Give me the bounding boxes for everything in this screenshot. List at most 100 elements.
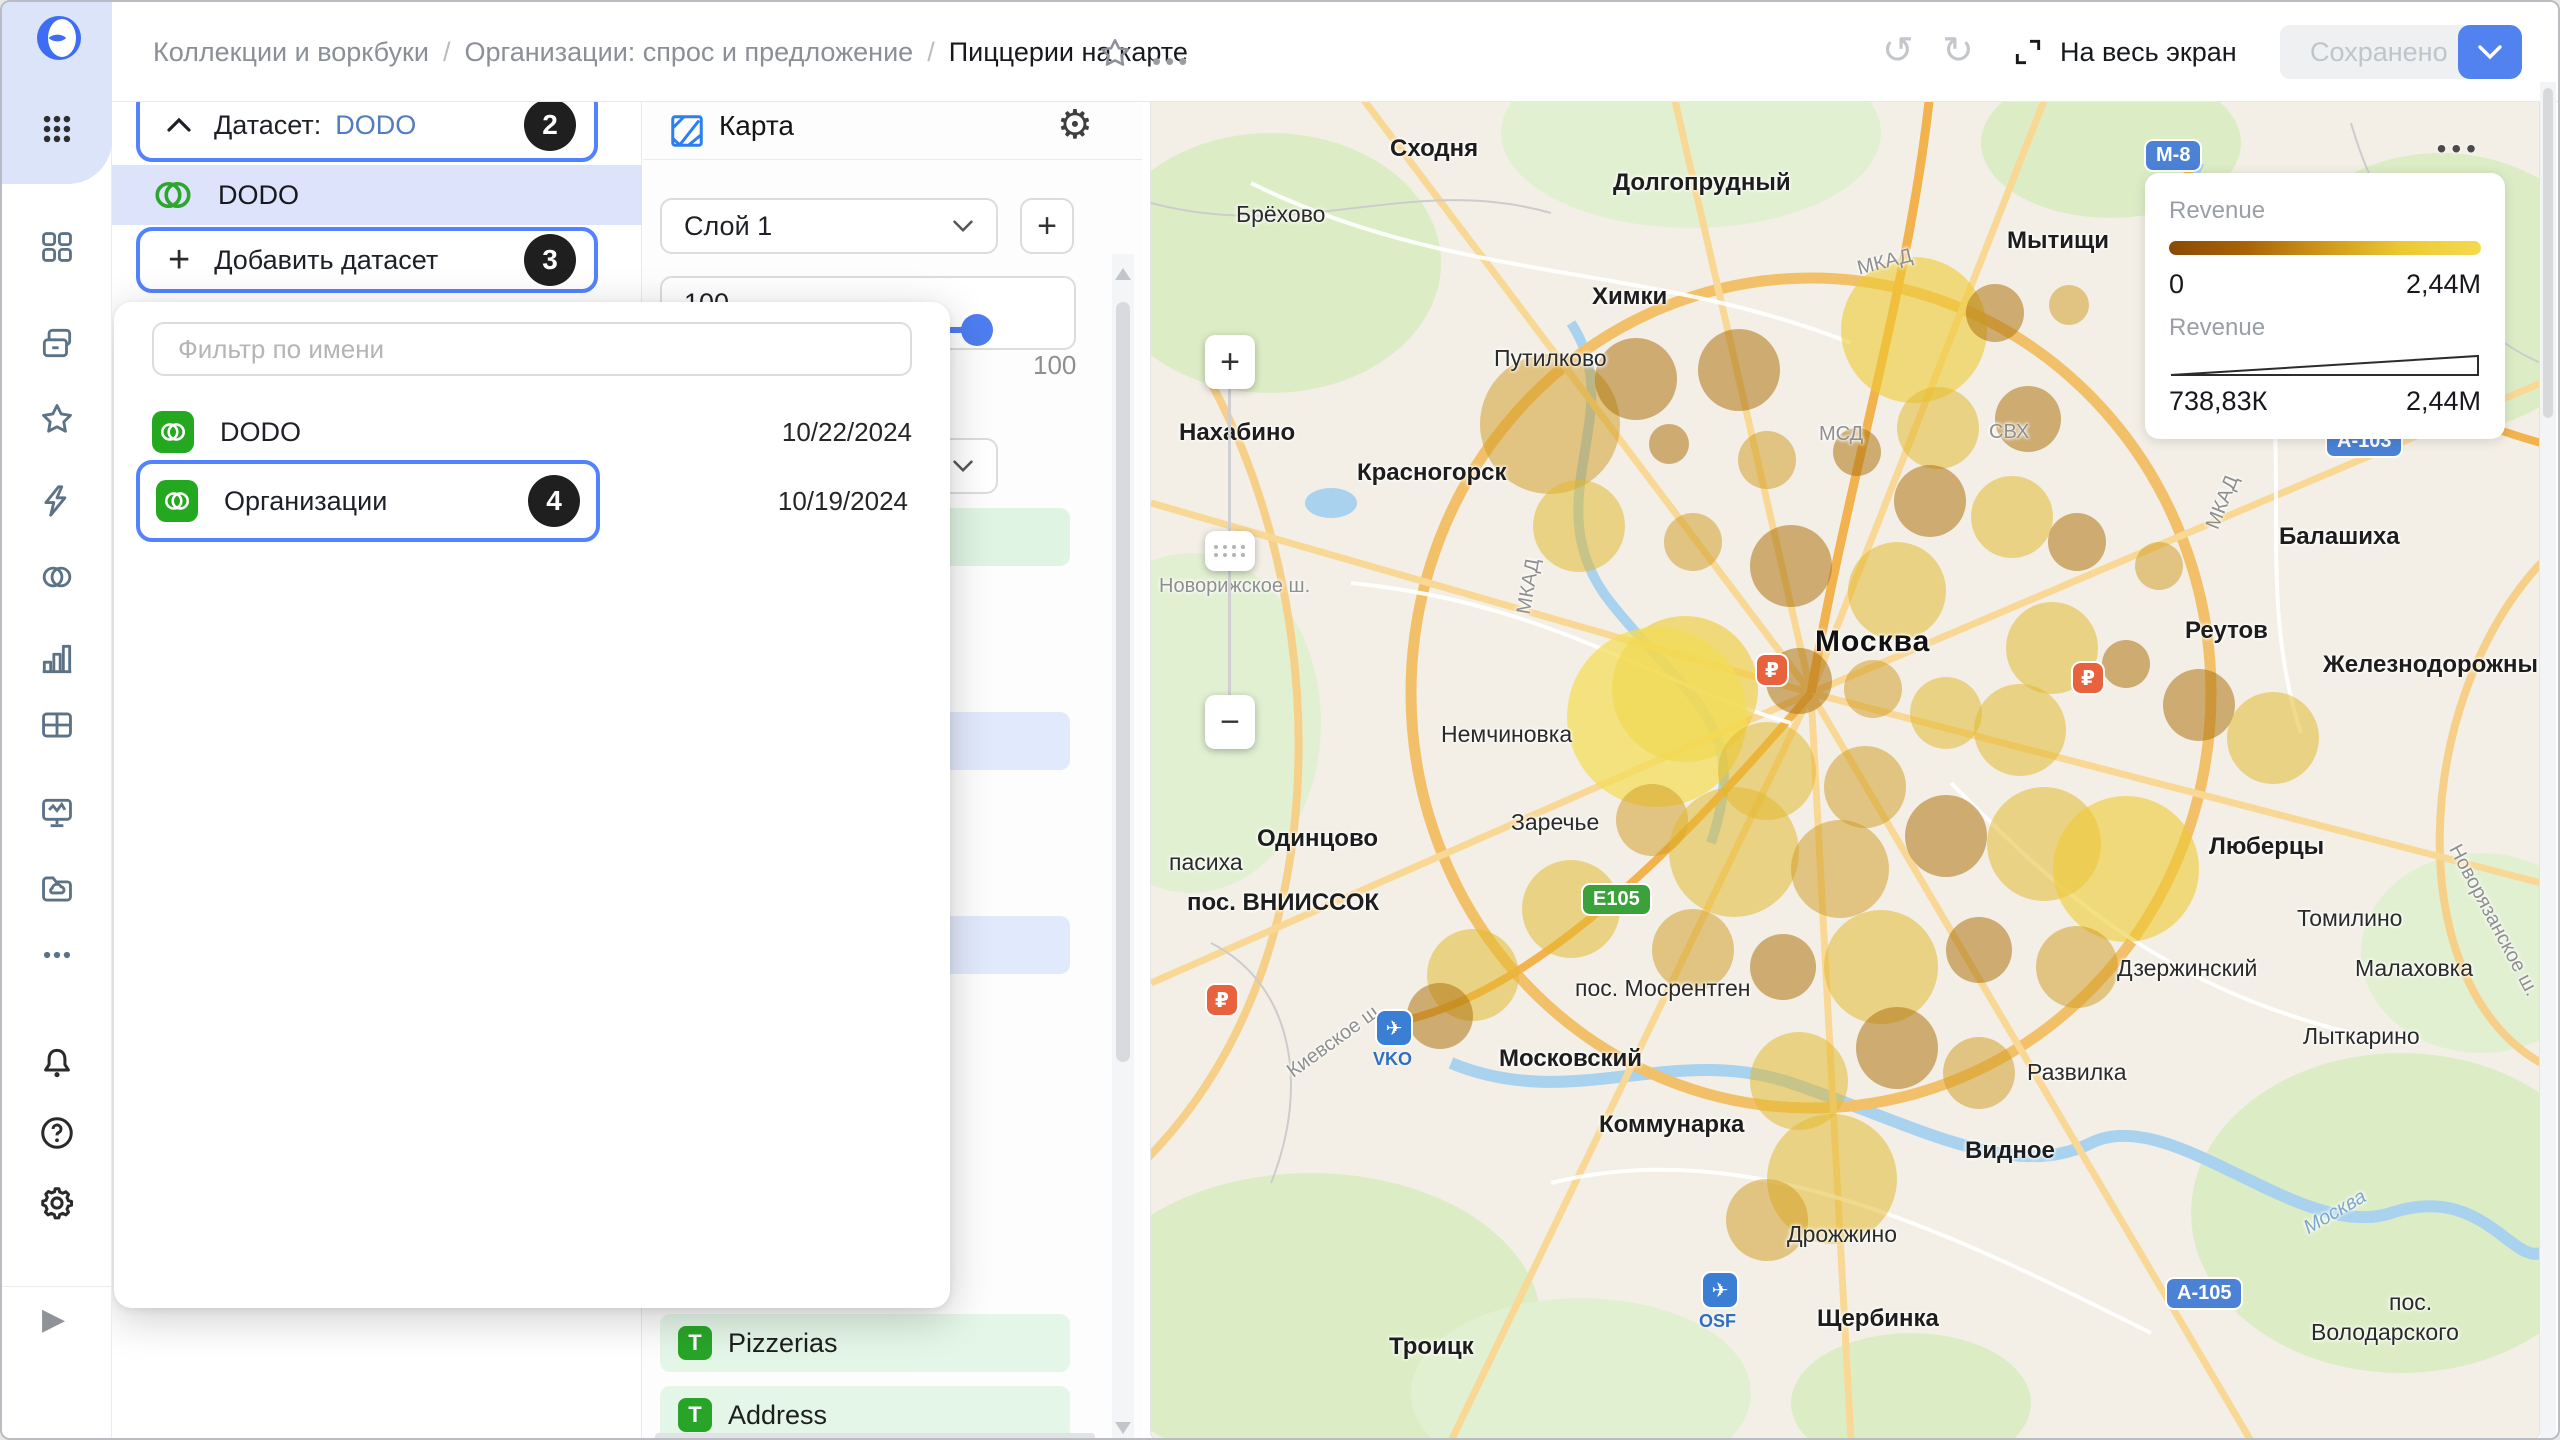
saved-button[interactable]: Сохранено [2280, 25, 2478, 79]
sidebar-item-all-icon[interactable] [38, 228, 76, 266]
field-chip-pizzerias[interactable]: T Pizzerias [660, 1314, 1070, 1372]
map-bubble[interactable] [1533, 480, 1625, 572]
fullscreen-label[interactable]: На весь экран [2060, 37, 2237, 68]
map-bubble[interactable] [2135, 542, 2183, 590]
scroll-down-icon[interactable] [1115, 1422, 1131, 1434]
map-city-label: Путилково [1494, 345, 1607, 372]
zoom-in-button[interactable]: + [1205, 335, 1255, 389]
breadcrumb-workbook[interactable]: Организации: спрос и предложение [464, 37, 913, 68]
map-bubble[interactable] [1946, 917, 2012, 983]
scrollbar-thumb[interactable] [1116, 302, 1130, 1062]
sidebar-expand-icon[interactable]: ▶ [42, 1302, 65, 1337]
more-menu-icon[interactable]: ••• [1152, 46, 1191, 77]
redo-icon[interactable]: ↻ [1942, 28, 1974, 73]
map-city-label: Красногорск [1357, 459, 1507, 487]
dataset-date: 10/22/2024 [782, 417, 912, 448]
opacity-slider-knob[interactable] [961, 314, 993, 346]
map-bubble[interactable] [1407, 983, 1473, 1049]
map-bubble[interactable] [1698, 329, 1780, 411]
map-bubble[interactable] [1791, 820, 1889, 918]
notifications-bell-icon[interactable] [38, 1044, 76, 1082]
map-city-label: Малаховка [2355, 955, 2473, 982]
sidebar-item-storage-icon[interactable] [38, 870, 76, 908]
panel-scrollbar[interactable] [1112, 254, 1134, 1440]
favorite-star-icon[interactable] [1097, 35, 1133, 76]
map-canvas[interactable]: СходняБрёховоДолгопрудныйМытищиХимкиПути… [1150, 82, 2540, 1440]
map-city-label: Новорижское ш. [1159, 575, 1310, 598]
map-bubble[interactable] [1595, 338, 1677, 420]
add-layer-button[interactable]: + [1020, 198, 1074, 254]
map-city-label: Дрожжино [1787, 1221, 1897, 1248]
map-bubble[interactable] [1738, 431, 1796, 489]
map-bubble[interactable] [2036, 926, 2118, 1008]
legend-gradient-bar [2169, 241, 2481, 255]
sidebar-item-datasets-icon[interactable] [38, 558, 76, 596]
sidebar-item-connections-icon[interactable] [38, 482, 76, 520]
sidebar-item-tables-icon[interactable] [38, 706, 76, 744]
settings-gear-icon[interactable] [38, 1184, 76, 1222]
string-field-icon: T [678, 1398, 712, 1432]
map-bubble[interactable] [1966, 284, 2024, 342]
sidebar-item-dashboards-icon[interactable] [38, 794, 76, 832]
map-menu-icon[interactable]: ••• [2437, 133, 2481, 165]
map-bubble[interactable] [1824, 746, 1906, 828]
map-bubble[interactable] [2053, 796, 2199, 942]
chart-settings-gear-icon[interactable]: ⚙ [1057, 102, 1093, 148]
save-dropdown-button[interactable] [2458, 25, 2522, 79]
panel-hscrollbar[interactable] [655, 1433, 1095, 1440]
map-bubble[interactable] [1726, 1179, 1808, 1261]
map-bubble[interactable] [1905, 795, 1987, 877]
dataset-row-dodo[interactable]: DODO [112, 165, 642, 225]
map-bubble[interactable] [1856, 1007, 1938, 1089]
add-dataset-button[interactable]: + Добавить датасет 3 [136, 227, 598, 293]
map-bubble[interactable] [1750, 525, 1832, 607]
datalens-logo-icon[interactable] [35, 14, 83, 62]
scroll-up-icon[interactable] [1115, 268, 1131, 280]
poi-ruble-icon: ₽ [1207, 985, 1237, 1015]
map-bubble[interactable] [1844, 660, 1902, 718]
map-bubble[interactable] [1971, 476, 2053, 558]
help-icon[interactable] [38, 1114, 76, 1152]
map-bubble[interactable] [1824, 910, 1938, 1024]
undo-icon[interactable]: ↺ [1882, 28, 1914, 73]
map-bubble[interactable] [1943, 1037, 2015, 1109]
map-bubble[interactable] [1910, 677, 1982, 749]
map-bubble[interactable] [2163, 669, 2235, 741]
field-chip-address[interactable]: T Address [660, 1386, 1070, 1440]
map-bubble[interactable] [1649, 424, 1689, 464]
legend-color-max: 2,44M [2406, 269, 2481, 300]
map-city-label: Долгопрудный [1613, 169, 1791, 197]
chevron-down-icon [2477, 44, 2503, 60]
map-bubble[interactable] [1897, 387, 1979, 469]
chevron-up-icon [166, 117, 192, 133]
sidebar-item-collections-icon[interactable] [38, 324, 76, 362]
zoom-out-button[interactable]: − [1205, 695, 1255, 749]
map-bubble[interactable] [1894, 465, 1966, 537]
zoom-drag-handle[interactable] [1205, 531, 1255, 571]
map-city-label: Одинцово [1257, 825, 1378, 853]
dropdown-item-dodo[interactable]: DODO 10/22/2024 [152, 404, 912, 460]
apps-grid-icon[interactable] [38, 110, 76, 148]
map-bubble[interactable] [1669, 787, 1799, 917]
map-city-label: СВХ [1989, 421, 2029, 444]
sidebar-item-charts-icon[interactable] [38, 640, 76, 678]
sidebar-item-more-icon[interactable] [38, 936, 76, 974]
scrollbar-thumb[interactable] [2543, 88, 2553, 418]
map-bubble[interactable] [2102, 640, 2150, 688]
map-bubble[interactable] [1664, 513, 1722, 571]
map-bubble[interactable] [1750, 934, 1816, 1000]
dropdown-item-organizations[interactable]: Организации 4 [136, 460, 600, 542]
breadcrumb-collections[interactable]: Коллекции и воркбуки [153, 37, 429, 68]
dataset-filter-input[interactable] [152, 322, 912, 376]
map-bubble[interactable] [2048, 513, 2106, 571]
map-bubble[interactable] [2227, 692, 2319, 784]
map-city-label: пос. ВНИИССОК [1187, 889, 1379, 917]
layer-select[interactable]: Слой 1 [660, 198, 998, 254]
map-city-label: Развилка [2027, 1059, 2127, 1086]
fullscreen-icon[interactable] [2012, 36, 2044, 73]
sidebar-item-favorites-icon[interactable] [38, 400, 76, 438]
map-bubble[interactable] [1974, 684, 2066, 776]
map-bubble[interactable] [2049, 285, 2089, 325]
airport-label: VKO [1373, 1049, 1412, 1070]
page-scrollbar[interactable] [2540, 82, 2556, 1438]
